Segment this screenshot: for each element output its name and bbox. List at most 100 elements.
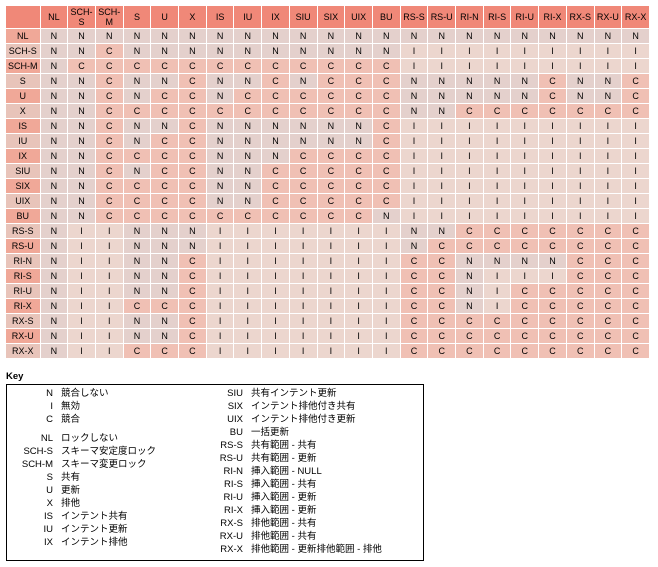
legend-row: C競合 bbox=[11, 413, 201, 426]
matrix-cell: C bbox=[594, 104, 622, 119]
matrix-cell: I bbox=[372, 269, 400, 284]
matrix-cell: I bbox=[206, 239, 234, 254]
matrix-cell: N bbox=[40, 224, 68, 239]
matrix-cell: I bbox=[400, 179, 428, 194]
legend-title: Key bbox=[6, 371, 652, 382]
legend-row: SIU共有インテント更新 bbox=[201, 387, 411, 400]
matrix-cell: I bbox=[317, 344, 345, 359]
matrix-cell: C bbox=[151, 179, 179, 194]
matrix-cell: C bbox=[317, 89, 345, 104]
matrix-cell: C bbox=[594, 269, 622, 284]
matrix-cell: I bbox=[483, 119, 511, 134]
matrix-cell: N bbox=[400, 74, 428, 89]
legend-row: N競合しない bbox=[11, 387, 201, 400]
matrix-cell: C bbox=[483, 344, 511, 359]
matrix-cell: I bbox=[511, 209, 539, 224]
matrix-cell: I bbox=[262, 254, 290, 269]
matrix-cell: C bbox=[289, 59, 317, 74]
matrix-cell: C bbox=[179, 119, 207, 134]
col-header: IS bbox=[206, 6, 234, 29]
matrix-cell: N bbox=[289, 44, 317, 59]
matrix-cell: N bbox=[234, 74, 262, 89]
matrix-cell: I bbox=[234, 299, 262, 314]
legend-desc: 無効 bbox=[61, 400, 80, 413]
row-header: UIX bbox=[6, 194, 40, 209]
matrix-cell: N bbox=[456, 254, 484, 269]
legend-desc: 更新 bbox=[61, 484, 80, 497]
matrix-cell: N bbox=[68, 104, 96, 119]
matrix-cell: C bbox=[511, 299, 539, 314]
matrix-cell: I bbox=[289, 314, 317, 329]
matrix-cell: I bbox=[345, 269, 373, 284]
matrix-cell: N bbox=[40, 164, 68, 179]
legend-row: RX-U排他範囲 - 共有 bbox=[201, 530, 411, 543]
matrix-cell: N bbox=[289, 29, 317, 44]
matrix-cell: C bbox=[566, 329, 594, 344]
matrix-cell: I bbox=[539, 179, 567, 194]
col-header: RS-S bbox=[400, 6, 428, 29]
matrix-cell: N bbox=[68, 74, 96, 89]
matrix-cell: C bbox=[179, 269, 207, 284]
table-row: RX-SNIINNCIIIIIIICCCCCCCCC bbox=[6, 314, 650, 329]
matrix-cell: I bbox=[262, 284, 290, 299]
matrix-cell: I bbox=[622, 119, 650, 134]
matrix-cell: I bbox=[400, 164, 428, 179]
matrix-cell: N bbox=[123, 164, 151, 179]
matrix-cell: C bbox=[234, 209, 262, 224]
matrix-cell: I bbox=[234, 224, 262, 239]
matrix-cell: N bbox=[123, 239, 151, 254]
table-row: RS-UNIINNNIIIIIIINCCCCCCCC bbox=[6, 239, 650, 254]
matrix-cell: I bbox=[68, 239, 96, 254]
matrix-cell: I bbox=[594, 179, 622, 194]
matrix-cell: C bbox=[483, 314, 511, 329]
matrix-cell: I bbox=[95, 269, 123, 284]
legend-desc: 挿入範囲 - 更新 bbox=[251, 491, 316, 504]
row-header: SIX bbox=[6, 179, 40, 194]
legend-code: RI-U bbox=[201, 491, 251, 504]
matrix-cell: C bbox=[151, 299, 179, 314]
matrix-cell: I bbox=[483, 299, 511, 314]
matrix-cell: I bbox=[594, 164, 622, 179]
matrix-cell: C bbox=[456, 344, 484, 359]
matrix-cell: N bbox=[428, 89, 456, 104]
matrix-cell: I bbox=[428, 149, 456, 164]
matrix-cell: C bbox=[123, 104, 151, 119]
matrix-cell: N bbox=[483, 29, 511, 44]
matrix-cell: N bbox=[511, 29, 539, 44]
table-row: UIXNNCCCCNNCCCCCIIIIIIIII bbox=[6, 194, 650, 209]
matrix-cell: I bbox=[95, 239, 123, 254]
matrix-cell: I bbox=[483, 209, 511, 224]
legend-code: N bbox=[11, 387, 61, 400]
matrix-cell: I bbox=[95, 329, 123, 344]
matrix-cell: N bbox=[40, 299, 68, 314]
row-header: RS-S bbox=[6, 224, 40, 239]
matrix-cell: I bbox=[539, 44, 567, 59]
matrix-cell: I bbox=[234, 269, 262, 284]
matrix-cell: I bbox=[289, 269, 317, 284]
matrix-cell: I bbox=[262, 329, 290, 344]
matrix-cell: N bbox=[40, 194, 68, 209]
row-header: RS-U bbox=[6, 239, 40, 254]
matrix-cell: C bbox=[345, 179, 373, 194]
matrix-cell: N bbox=[289, 134, 317, 149]
matrix-cell: C bbox=[179, 284, 207, 299]
matrix-cell: N bbox=[345, 29, 373, 44]
matrix-cell: C bbox=[428, 329, 456, 344]
matrix-cell: C bbox=[317, 149, 345, 164]
matrix-cell: C bbox=[372, 89, 400, 104]
legend-code: SIU bbox=[201, 387, 251, 400]
matrix-cell: C bbox=[511, 314, 539, 329]
matrix-cell: I bbox=[95, 224, 123, 239]
matrix-cell: I bbox=[289, 344, 317, 359]
matrix-cell: N bbox=[68, 209, 96, 224]
matrix-cell: I bbox=[400, 209, 428, 224]
row-header: RX-S bbox=[6, 314, 40, 329]
matrix-cell: I bbox=[372, 239, 400, 254]
matrix-cell: C bbox=[179, 194, 207, 209]
matrix-cell: I bbox=[95, 344, 123, 359]
matrix-cell: I bbox=[622, 44, 650, 59]
matrix-cell: N bbox=[206, 29, 234, 44]
matrix-cell: I bbox=[539, 134, 567, 149]
row-header: IU bbox=[6, 134, 40, 149]
matrix-cell: N bbox=[40, 209, 68, 224]
